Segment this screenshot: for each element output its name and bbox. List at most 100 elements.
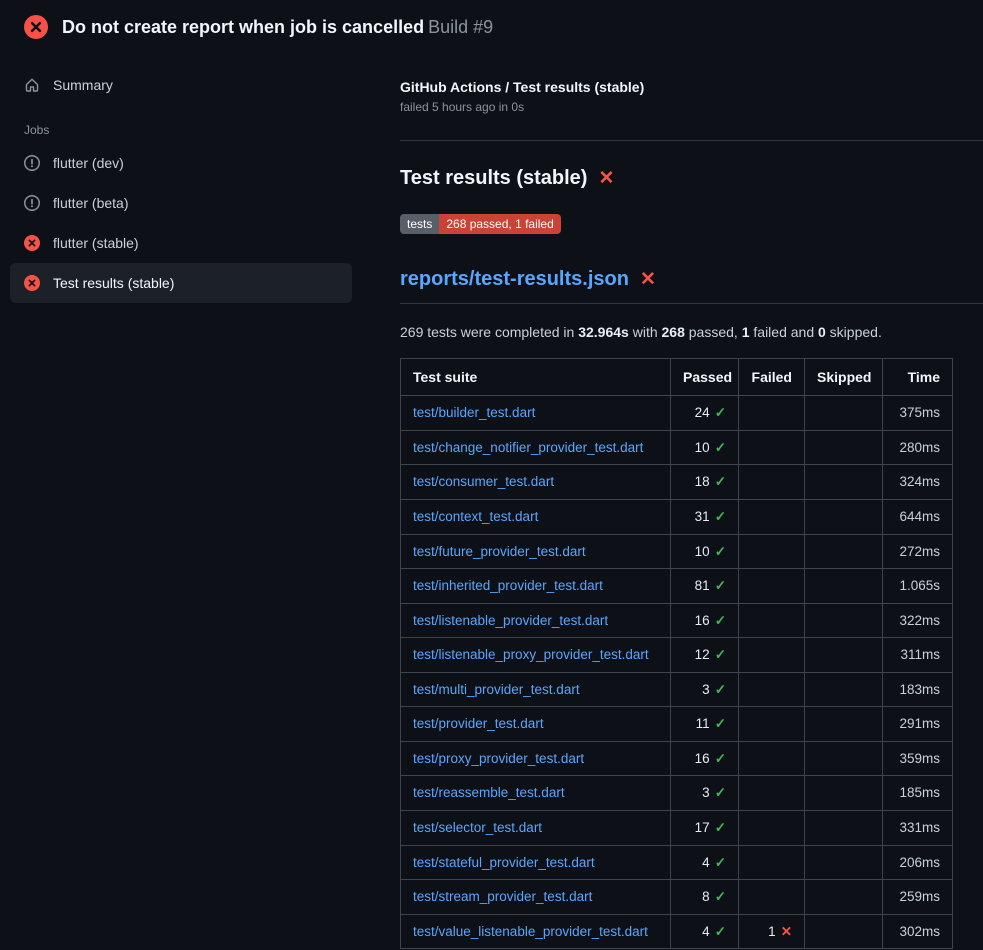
sidebar-job-item[interactable]: flutter (dev)	[10, 143, 352, 183]
test-suite-cell: test/reassemble_test.dart	[401, 776, 671, 811]
sidebar-job-label: flutter (dev)	[53, 155, 124, 171]
check-icon: ✓	[715, 889, 726, 904]
test-suite-link[interactable]: test/listenable_proxy_provider_test.dart	[413, 647, 649, 662]
skipped-count-cell	[805, 880, 883, 915]
check-icon: ✓	[715, 682, 726, 697]
test-suite-link[interactable]: test/reassemble_test.dart	[413, 785, 565, 800]
test-suite-link[interactable]: test/builder_test.dart	[413, 405, 535, 420]
build-title-text: Do not create report when job is cancell…	[62, 17, 424, 37]
passed-count-cell: 24 ✓	[671, 396, 739, 431]
test-time-cell: 322ms	[883, 603, 953, 638]
sidebar-summary-label: Summary	[53, 77, 113, 93]
test-suite-cell: test/builder_test.dart	[401, 396, 671, 431]
test-suite-link[interactable]: test/listenable_provider_test.dart	[413, 613, 608, 628]
check-icon: ✓	[715, 440, 726, 455]
sidebar-job-item[interactable]: flutter (stable)	[10, 223, 352, 263]
test-time-cell: 331ms	[883, 811, 953, 846]
check-icon: ✓	[715, 613, 726, 628]
sidebar: Summary Jobs flutter (dev)flutter (beta)…	[0, 49, 400, 303]
check-icon: ✓	[715, 405, 726, 420]
sidebar-job-item[interactable]: Test results (stable)	[10, 263, 352, 303]
test-suite-cell: test/stateful_provider_test.dart	[401, 845, 671, 880]
column-header-skipped: Skipped	[805, 359, 883, 396]
count-value: 11	[696, 716, 710, 731]
passed-count-cell: 12 ✓	[671, 638, 739, 673]
summary-skipped-count: 0	[818, 324, 826, 340]
count-value: 12	[695, 647, 710, 662]
check-icon: ✓	[715, 647, 726, 662]
test-suite-link[interactable]: test/stream_provider_test.dart	[413, 889, 592, 904]
count-value: 10	[695, 544, 710, 559]
test-time-cell: 375ms	[883, 396, 953, 431]
sidebar-job-item[interactable]: flutter (beta)	[10, 183, 352, 223]
run-meta: failed 5 hours ago in 0s	[400, 100, 983, 114]
table-row: test/value_listenable_provider_test.dart…	[401, 914, 953, 949]
test-suite-link[interactable]: test/change_notifier_provider_test.dart	[413, 440, 643, 455]
check-icon: ✓	[715, 924, 726, 939]
table-row: test/provider_test.dart 11 ✓ 291ms	[401, 707, 953, 742]
summary-text: failed and	[750, 324, 819, 340]
failed-count-cell	[739, 811, 805, 846]
test-time-cell: 1.065s	[883, 569, 953, 604]
test-suite-link[interactable]: test/proxy_provider_test.dart	[413, 751, 584, 766]
passed-count-cell: 10 ✓	[671, 534, 739, 569]
test-suite-link[interactable]: test/multi_provider_test.dart	[413, 682, 580, 697]
x-circle-icon	[24, 275, 40, 291]
passed-count-cell: 8✓	[671, 880, 739, 915]
skipped-count-cell	[805, 741, 883, 776]
failed-count-cell	[739, 430, 805, 465]
test-results-table: Test suitePassedFailedSkippedTime test/b…	[400, 358, 953, 949]
passed-count-cell: 3✓	[671, 776, 739, 811]
test-suite-link[interactable]: test/selector_test.dart	[413, 820, 542, 835]
home-icon	[24, 77, 40, 93]
count-value: 1	[768, 924, 776, 939]
passed-count-cell: 16✓	[671, 603, 739, 638]
passed-count-cell: 3✓	[671, 672, 739, 707]
skipped-count-cell	[805, 396, 883, 431]
skipped-count-cell	[805, 707, 883, 742]
failed-count-cell	[739, 638, 805, 673]
badge-value: 268 passed, 1 failed	[439, 214, 560, 234]
sidebar-job-label: flutter (beta)	[53, 195, 128, 211]
test-suite-link[interactable]: test/context_test.dart	[413, 509, 538, 524]
passed-count-cell: 31✓	[671, 499, 739, 534]
sidebar-job-label: Test results (stable)	[53, 275, 174, 291]
test-suite-link[interactable]: test/value_listenable_provider_test.dart	[413, 924, 648, 939]
failed-count-cell	[739, 603, 805, 638]
main-content: GitHub Actions / Test results (stable) f…	[400, 49, 983, 949]
test-suite-link[interactable]: test/inherited_provider_test.dart	[413, 578, 603, 593]
test-suite-cell: test/future_provider_test.dart	[401, 534, 671, 569]
test-suite-link[interactable]: test/stateful_provider_test.dart	[413, 855, 595, 870]
test-suite-link[interactable]: test/future_provider_test.dart	[413, 544, 586, 559]
passed-count-cell: 18✓	[671, 465, 739, 500]
report-file-link[interactable]: reports/test-results.json ✕	[400, 268, 983, 304]
table-row: test/stream_provider_test.dart8✓259ms	[401, 880, 953, 915]
divider	[400, 140, 983, 141]
table-row: test/change_notifier_provider_test.dart1…	[401, 430, 953, 465]
skipped-count-cell	[805, 845, 883, 880]
summary-text: 269 tests were completed in	[400, 324, 578, 340]
sidebar-item-summary[interactable]: Summary	[10, 65, 352, 105]
test-suite-cell: test/selector_test.dart	[401, 811, 671, 846]
count-value: 24	[695, 405, 710, 420]
test-suite-cell: test/inherited_provider_test.dart	[401, 569, 671, 604]
check-icon: ✓	[715, 855, 726, 870]
test-suite-link[interactable]: test/provider_test.dart	[413, 716, 544, 731]
table-row: test/listenable_provider_test.dart 16✓ 322…	[401, 603, 953, 638]
passed-count-cell: 11 ✓	[671, 707, 739, 742]
test-time-cell: 291ms	[883, 707, 953, 742]
check-icon: ✓	[715, 716, 726, 731]
skipped-count-cell	[805, 430, 883, 465]
test-time-cell: 183ms	[883, 672, 953, 707]
test-suite-cell: test/stream_provider_test.dart	[401, 880, 671, 915]
test-suite-link[interactable]: test/consumer_test.dart	[413, 474, 554, 489]
test-suite-cell: test/value_listenable_provider_test.dart	[401, 914, 671, 949]
sidebar-job-label: flutter (stable)	[53, 235, 139, 251]
check-icon: ✓	[715, 544, 726, 559]
summary-text: skipped.	[826, 324, 882, 340]
failed-x-icon: ✕	[640, 270, 656, 289]
test-suite-cell: test/provider_test.dart	[401, 707, 671, 742]
check-run-title: Test results (stable) ✕	[400, 167, 983, 190]
failed-count-cell	[739, 707, 805, 742]
column-header-time: Time	[883, 359, 953, 396]
